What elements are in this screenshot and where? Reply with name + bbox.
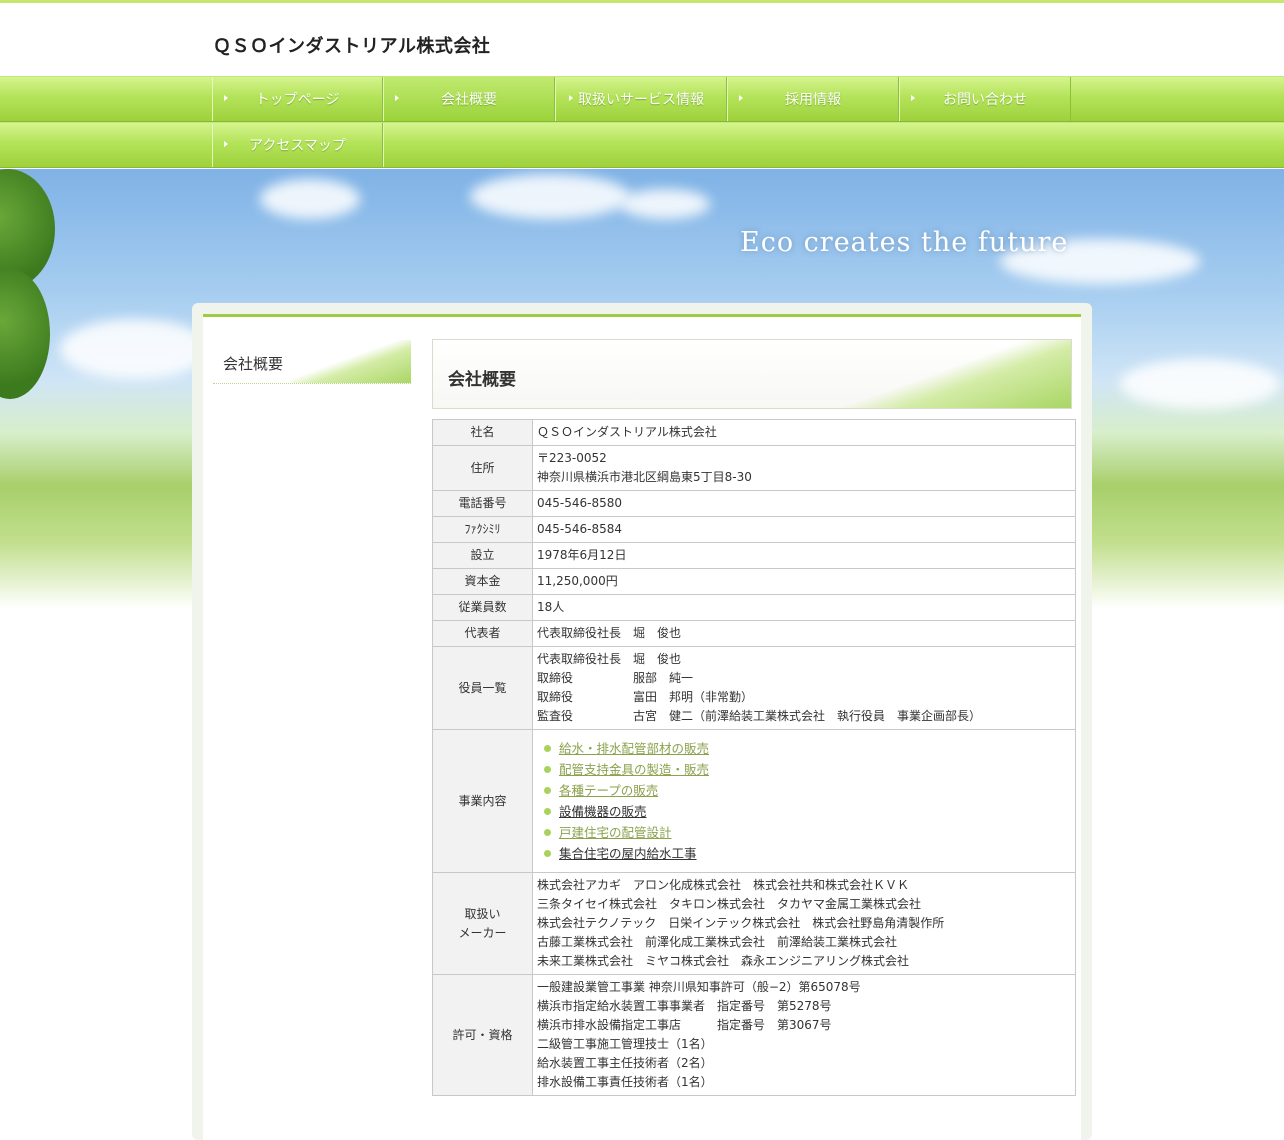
sidebar-heading-text: 会社概要 bbox=[223, 355, 284, 373]
arrow-right-icon bbox=[911, 95, 915, 101]
cloud-shape bbox=[260, 179, 360, 219]
table-row: 代表者 代表取締役社長 堀 俊也 bbox=[432, 620, 1076, 647]
bullet-icon bbox=[544, 828, 551, 836]
table-row: 電話番号 045-546-8580 bbox=[432, 490, 1076, 517]
nav-item-company[interactable]: 会社概要 bbox=[383, 77, 555, 121]
row-label: 資本金 bbox=[432, 568, 533, 595]
nav-item-contact[interactable]: お問い合わせ bbox=[899, 77, 1071, 121]
table-row: 役員一覧 代表取締役社長 堀 俊也 取締役 服部 純一 取締役 富田 邦明（非常… bbox=[432, 646, 1076, 730]
row-value: 045-546-8584 bbox=[532, 516, 1076, 543]
cloud-shape bbox=[60, 319, 210, 379]
list-item: 設備機器の販売 bbox=[543, 801, 1071, 822]
row-value: 〒223-0052 神奈川県横浜市港北区綱島東5丁目8-30 bbox=[537, 451, 752, 484]
business-link[interactable]: 設備機器の販売 bbox=[559, 804, 647, 819]
row-label: 電話番号 bbox=[432, 490, 533, 517]
global-nav-row-1: トップページ 会社概要 取扱いサービス情報 採用情報 お問い合わせ bbox=[0, 76, 1284, 122]
row-value: 株式会社アカギ アロン化成株式会社 株式会社共和株式会社ＫＶＫ 三条タイセイ株式… bbox=[537, 878, 945, 968]
business-link[interactable]: 各種テープの販売 bbox=[559, 783, 658, 798]
bullet-icon bbox=[544, 849, 551, 857]
arrow-right-icon bbox=[395, 95, 399, 101]
nav-item-label: アクセスマップ bbox=[249, 138, 346, 154]
nav-divider bbox=[383, 123, 384, 167]
row-label: 役員一覧 bbox=[432, 646, 533, 730]
business-list: 給水・排水配管部材の販売 配管支持金具の製造・販売 各種テープの販売 設備機器の… bbox=[537, 738, 1071, 864]
sidebar-heading: 会社概要 bbox=[213, 340, 411, 384]
list-item: 配管支持金具の製造・販売 bbox=[543, 759, 1071, 780]
bullet-icon bbox=[544, 786, 551, 794]
hero-tagline: Eco creates the future bbox=[740, 227, 1069, 258]
row-label: 社名 bbox=[432, 419, 533, 446]
list-item: 各種テープの販売 bbox=[543, 780, 1071, 801]
row-value: 18人 bbox=[532, 594, 1076, 621]
row-label: 設立 bbox=[432, 542, 533, 569]
top-accent-line bbox=[0, 0, 1284, 3]
arrow-right-icon bbox=[569, 95, 573, 101]
nav-item-top[interactable]: トップページ bbox=[212, 77, 383, 121]
nav-item-services[interactable]: 取扱いサービス情報 bbox=[555, 77, 727, 121]
row-label: ﾌｧｸｼﾐﾘ bbox=[432, 516, 533, 543]
cloud-shape bbox=[620, 189, 710, 219]
heading-swoosh-decoration bbox=[291, 340, 411, 383]
business-link[interactable]: 配管支持金具の製造・販売 bbox=[559, 762, 709, 777]
nav-item-label: 採用情報 bbox=[785, 92, 841, 108]
nav-item-label: 取扱いサービス情報 bbox=[578, 92, 704, 108]
row-label: 従業員数 bbox=[432, 594, 533, 621]
list-item: 給水・排水配管部材の販売 bbox=[543, 738, 1071, 759]
row-value: 代表取締役社長 堀 俊也 取締役 服部 純一 取締役 富田 邦明（非常勤） 監査… bbox=[537, 652, 982, 723]
cloud-shape bbox=[1120, 359, 1280, 409]
table-row: 住所 〒223-0052 神奈川県横浜市港北区綱島東5丁目8-30 bbox=[432, 445, 1076, 491]
table-row: 社名 ＱＳＯインダストリアル株式会社 bbox=[432, 419, 1076, 446]
global-nav-row-2: アクセスマップ bbox=[0, 122, 1284, 168]
business-link[interactable]: 戸建住宅の配管設計 bbox=[559, 825, 672, 840]
row-label: 取扱い メーカー bbox=[458, 906, 507, 940]
row-value: 1978年6月12日 bbox=[532, 542, 1076, 569]
nav-item-label: 会社概要 bbox=[441, 92, 497, 108]
row-value: 11,250,000円 bbox=[532, 568, 1076, 595]
table-row: ﾌｧｸｼﾐﾘ 045-546-8584 bbox=[432, 516, 1076, 543]
row-value: 一般建設業管工事業 神奈川県知事許可（般−2）第65078号 横浜市指定給水装置… bbox=[537, 980, 861, 1089]
row-value: 代表取締役社長 堀 俊也 bbox=[532, 620, 1076, 647]
site-title[interactable]: ＱＳＯインダストリアル株式会社 bbox=[213, 32, 490, 58]
nav-item-access-map[interactable]: アクセスマップ bbox=[212, 123, 383, 167]
row-value: 045-546-8580 bbox=[532, 490, 1076, 517]
page-heading: 会社概要 bbox=[432, 339, 1072, 409]
row-label: 事業内容 bbox=[432, 729, 533, 873]
row-label: 住所 bbox=[432, 445, 533, 491]
table-row: 取扱い メーカー 株式会社アカギ アロン化成株式会社 株式会社共和株式会社ＫＶＫ… bbox=[432, 872, 1076, 975]
heading-swoosh-decoration bbox=[841, 340, 1071, 408]
row-label: 代表者 bbox=[432, 620, 533, 647]
row-label: 許可・資格 bbox=[432, 974, 533, 1096]
business-link[interactable]: 給水・排水配管部材の販売 bbox=[559, 741, 709, 756]
nav-item-label: トップページ bbox=[255, 92, 340, 108]
row-value: ＱＳＯインダストリアル株式会社 bbox=[532, 419, 1076, 446]
tree-foliage bbox=[0, 269, 50, 399]
list-item: 戸建住宅の配管設計 bbox=[543, 822, 1071, 843]
nav-item-label: お問い合わせ bbox=[943, 92, 1027, 108]
table-row: 許可・資格 一般建設業管工事業 神奈川県知事許可（般−2）第65078号 横浜市… bbox=[432, 974, 1076, 1096]
table-row: 資本金 11,250,000円 bbox=[432, 568, 1076, 595]
table-row: 従業員数 18人 bbox=[432, 594, 1076, 621]
company-info-table: 社名 ＱＳＯインダストリアル株式会社 住所 〒223-0052 神奈川県横浜市港… bbox=[432, 419, 1076, 1096]
bullet-icon bbox=[544, 744, 551, 752]
arrow-right-icon bbox=[739, 95, 743, 101]
list-item: 集合住宅の屋内給水工事 bbox=[543, 843, 1071, 864]
arrow-right-icon bbox=[224, 95, 228, 101]
business-link[interactable]: 集合住宅の屋内給水工事 bbox=[559, 846, 697, 861]
arrow-right-icon bbox=[224, 141, 228, 147]
table-row: 設立 1978年6月12日 bbox=[432, 542, 1076, 569]
page-title: 会社概要 bbox=[448, 370, 516, 390]
nav-item-recruit[interactable]: 採用情報 bbox=[727, 77, 899, 121]
business-list-cell: 給水・排水配管部材の販売 配管支持金具の製造・販売 各種テープの販売 設備機器の… bbox=[532, 729, 1076, 873]
bullet-icon bbox=[544, 807, 551, 815]
bullet-icon bbox=[544, 765, 551, 773]
table-row: 事業内容 給水・排水配管部材の販売 配管支持金具の製造・販売 各種テープの販売 … bbox=[432, 729, 1076, 873]
cloud-shape bbox=[470, 174, 630, 219]
